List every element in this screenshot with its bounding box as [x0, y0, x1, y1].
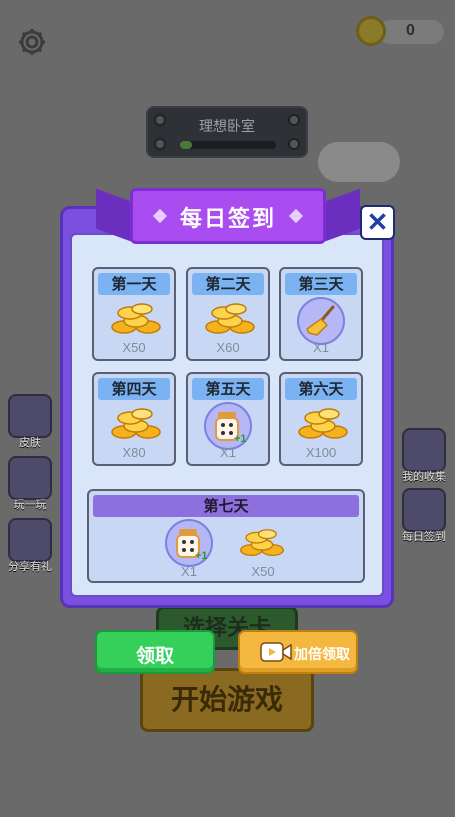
video-camera-icon — [260, 642, 292, 662]
day-seven-qty: X50 — [251, 564, 275, 579]
skin-label: 皮肤 — [19, 436, 41, 449]
room-progress-bar — [180, 141, 276, 149]
play-button[interactable]: 玩一玩 — [6, 456, 54, 512]
my-collection-button[interactable]: 我的收集 — [400, 428, 448, 484]
day-label: 第二天 — [192, 273, 264, 295]
day-qty: X80 — [122, 445, 146, 460]
day-card[interactable]: 第五天 +1 X1 — [186, 372, 270, 466]
day-qty: X60 — [216, 340, 240, 355]
coin-balance: 0 — [356, 16, 444, 46]
day-qty: X50 — [122, 340, 146, 355]
day-seven-qty: X1 — [181, 564, 197, 579]
day-card[interactable]: 第六天 X100 — [279, 372, 363, 466]
start-game-button[interactable]: 开始游戏 — [140, 668, 314, 732]
skin-button[interactable]: 皮肤 — [6, 394, 54, 450]
share-gift-label: 分享有礼 — [8, 560, 52, 573]
coins-icon — [298, 408, 348, 439]
daily-checkin-label: 每日签到 — [402, 530, 446, 543]
day-label: 第五天 — [192, 378, 264, 400]
coins-icon — [240, 529, 284, 557]
plus-one-badge: +1 — [195, 550, 208, 562]
day-card[interactable]: 第四天 X80 — [92, 372, 176, 466]
broom-icon — [297, 297, 345, 345]
title-ribbon: 每日签到 — [130, 188, 326, 244]
day-card[interactable]: 第三天 X1 — [279, 267, 363, 361]
dice-plus-icon: +1 — [165, 519, 213, 567]
daily-checkin-button[interactable]: 每日签到 — [400, 488, 448, 544]
claim-button[interactable]: 领取 — [95, 630, 215, 674]
gift-box-icon — [8, 518, 52, 562]
cloud-decoration — [318, 142, 400, 182]
claim-label: 领取 — [135, 645, 174, 667]
room-progress-fill — [180, 141, 192, 149]
screw-icon — [288, 138, 300, 150]
my-collection-label: 我的收集 — [402, 470, 446, 483]
play-label: 玩一玩 — [13, 498, 47, 511]
room-progress-card: 理想卧室 — [146, 106, 308, 158]
calendar-check-icon — [402, 488, 446, 532]
day-qty: X1 — [313, 340, 329, 355]
double-claim-button[interactable]: 加倍领取 — [238, 630, 358, 674]
close-button[interactable]: ✕ — [360, 205, 395, 240]
coin-count: 0 — [406, 22, 415, 39]
day-label: 第三天 — [285, 273, 357, 295]
day-seven-card[interactable]: 第七天 +1 X1 X50 — [87, 489, 365, 583]
coins-icon — [205, 303, 255, 334]
coin-icon — [356, 16, 386, 46]
day-label: 第一天 — [98, 273, 170, 295]
day-card[interactable]: 第一天 X50 — [92, 267, 176, 361]
coins-icon — [111, 303, 161, 334]
room-title: 理想卧室 — [199, 119, 255, 135]
day-qty: X100 — [305, 445, 337, 460]
screw-icon — [154, 138, 166, 150]
dice-plus-icon: +1 — [204, 402, 252, 450]
close-icon: ✕ — [366, 207, 389, 237]
day-label: 第四天 — [98, 378, 170, 400]
day-seven-label: 第七天 — [93, 495, 359, 517]
shirt-icon — [8, 394, 52, 438]
plus-one-badge: +1 — [234, 433, 247, 445]
day-qty: X1 — [220, 445, 236, 460]
settings-gear-icon[interactable] — [16, 26, 48, 58]
day-card[interactable]: 第二天 X60 — [186, 267, 270, 361]
share-gift-button[interactable]: 分享有礼 — [6, 518, 54, 574]
coins-icon — [111, 408, 161, 439]
day-label: 第六天 — [285, 378, 357, 400]
gamepad-icon — [8, 456, 52, 500]
book-icon — [402, 428, 446, 472]
double-claim-label: 加倍领取 — [294, 647, 350, 663]
